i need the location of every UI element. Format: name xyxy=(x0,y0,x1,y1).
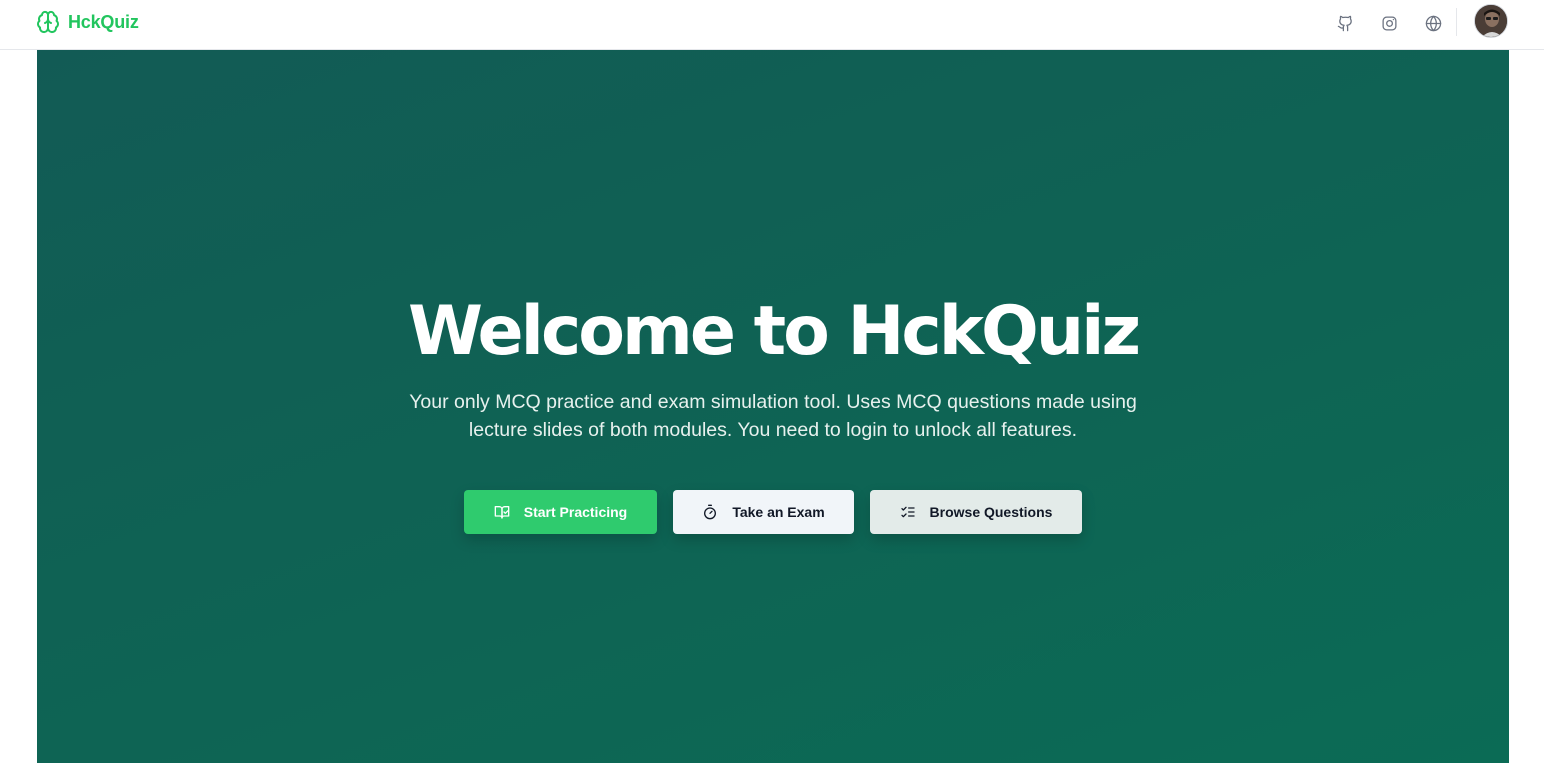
hero-subtitle: Your only MCQ practice and exam simulati… xyxy=(409,391,1137,441)
brand-logo-link[interactable]: HckQuiz xyxy=(36,9,139,35)
nav-icon-group xyxy=(1332,10,1446,36)
top-nav: HckQuiz xyxy=(0,0,1544,50)
github-link[interactable] xyxy=(1332,10,1358,36)
brain-icon xyxy=(37,10,59,34)
user-avatar-image xyxy=(1475,5,1507,37)
hero-section: Welcome to HckQuiz Your only MCQ practic… xyxy=(37,50,1509,763)
hero-title: Welcome to HckQuiz xyxy=(407,292,1141,371)
globe-icon xyxy=(1425,15,1441,31)
start-practicing-button[interactable]: Start Practicing xyxy=(464,490,657,534)
user-avatar[interactable] xyxy=(1474,4,1508,38)
take-exam-button[interactable]: Take an Exam xyxy=(673,490,854,534)
browse-questions-button[interactable]: Browse Questions xyxy=(870,490,1082,534)
website-link[interactable] xyxy=(1420,10,1446,36)
browse-questions-label: Browse Questions xyxy=(929,504,1053,520)
instagram-icon xyxy=(1381,15,1397,31)
book-check-icon xyxy=(494,506,510,519)
take-exam-label: Take an Exam xyxy=(732,504,825,520)
brand-name: HckQuiz xyxy=(68,11,139,32)
nav-divider xyxy=(1456,8,1457,36)
start-practicing-label: Start Practicing xyxy=(523,504,628,520)
instagram-link[interactable] xyxy=(1376,10,1402,36)
list-checks-icon xyxy=(900,506,915,518)
github-icon xyxy=(1337,15,1352,31)
cta-button-group: Start Practicing Take an Exam Browse Que… xyxy=(464,490,1082,534)
timer-icon xyxy=(704,504,717,520)
